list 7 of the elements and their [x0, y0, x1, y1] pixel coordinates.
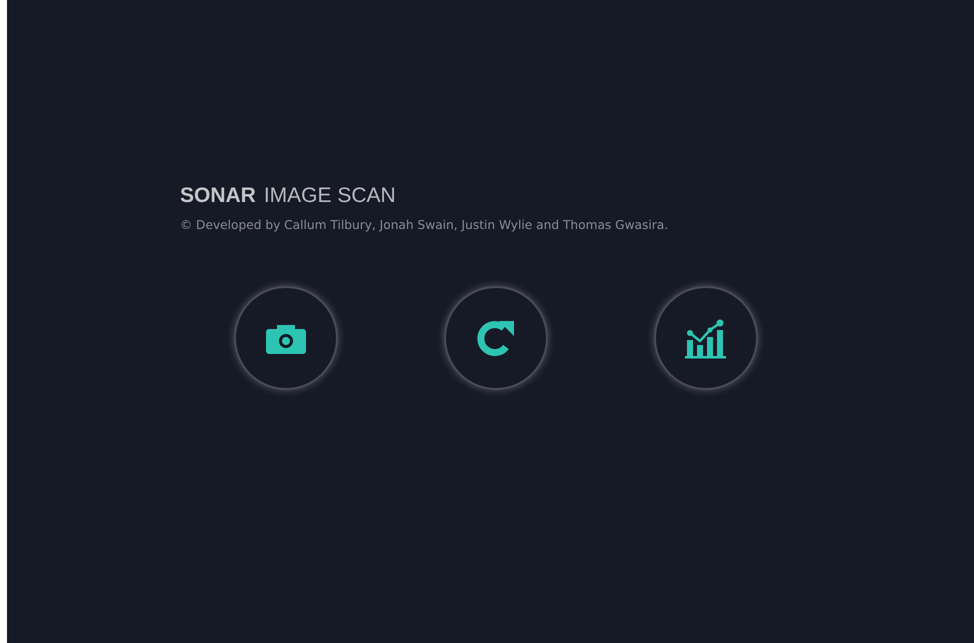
app-subtitle: IMAGE SCAN — [264, 184, 396, 208]
chart-button[interactable] — [654, 286, 758, 390]
camera-button[interactable] — [234, 286, 338, 390]
app-name: SONAR — [180, 184, 256, 208]
credits-text: © Developed by Callum Tilbury, Jonah Swain, Justin Wylie and Thomas Gwasira. — [180, 218, 670, 232]
chart-icon — [684, 317, 728, 359]
refresh-button[interactable] — [444, 286, 548, 390]
